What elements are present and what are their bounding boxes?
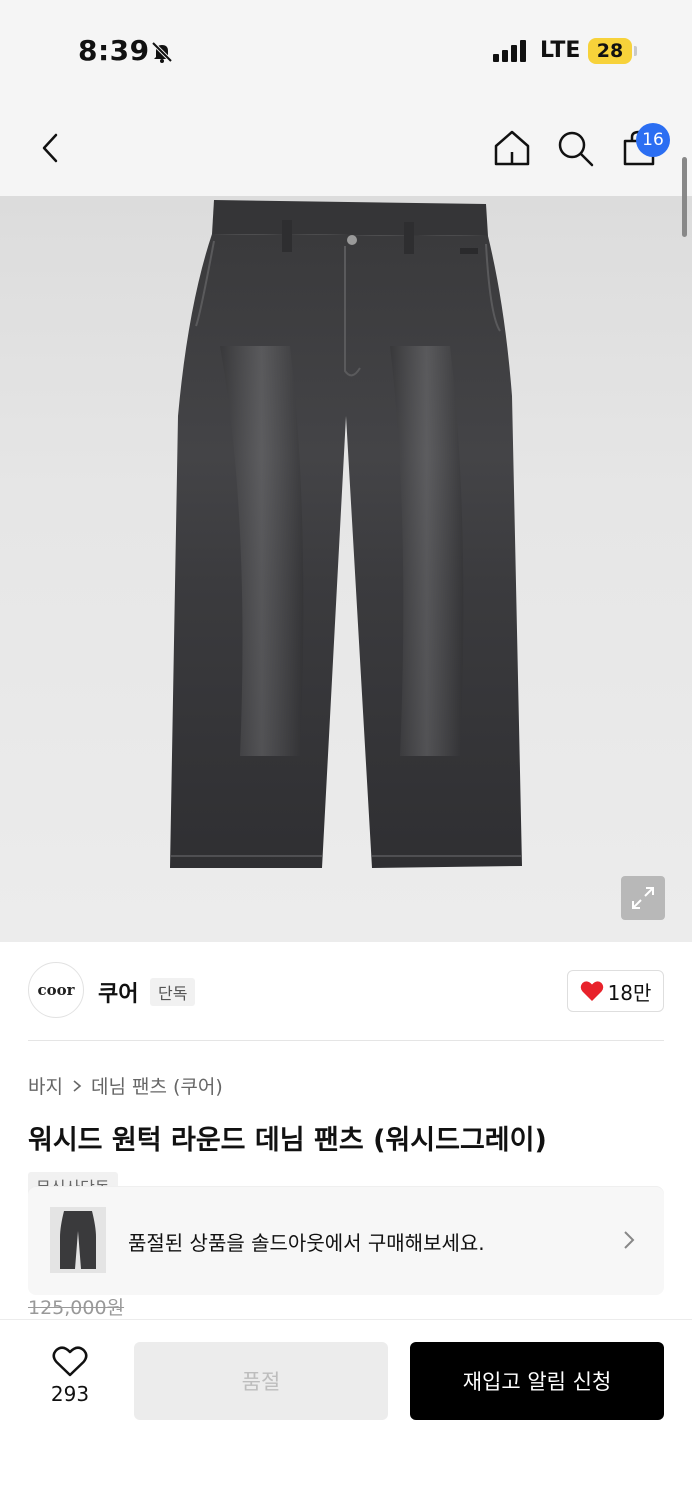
jeans-thumbnail — [60, 1211, 96, 1269]
back-button[interactable] — [28, 126, 72, 170]
jeans-image — [170, 200, 522, 868]
chevron-right-icon — [73, 1079, 82, 1092]
brand-row: coor 쿠어 단독 18만 — [28, 962, 664, 1020]
top-nav — [0, 100, 692, 196]
product-title: 워시드 원턱 라운드 데님 팬츠 (워시드그레이) — [28, 1125, 547, 1156]
network-label: LTE — [540, 38, 581, 63]
breadcrumb-item[interactable]: 데님 팬츠 (쿠어) — [91, 1072, 223, 1099]
bottom-action-bar: 293 품절 재입고 알림 신청 — [0, 1319, 692, 1500]
brand-like-count: 18만 — [607, 980, 652, 1005]
status-time: 8:39 — [78, 34, 150, 67]
original-price: 125,000원 — [28, 1297, 125, 1319]
battery-tip — [634, 46, 637, 56]
brand-logo[interactable]: coor — [28, 962, 84, 1018]
status-bar: 8:39 LTE 28 — [0, 0, 692, 100]
cart-count-badge: 16 — [636, 123, 670, 157]
chevron-left-icon — [42, 133, 58, 163]
home-button[interactable] — [490, 126, 534, 170]
wishlist-count: 293 — [50, 1382, 90, 1406]
expand-icon — [632, 887, 654, 909]
wishlist-button[interactable]: 293 — [30, 1346, 110, 1426]
signal-icon — [493, 40, 526, 62]
search-button[interactable] — [553, 126, 597, 170]
battery-indicator: 28 — [588, 38, 632, 64]
soldout-banner[interactable]: 품절된 상품을 솔드아웃에서 구매해보세요. — [28, 1187, 664, 1295]
search-icon — [558, 131, 594, 167]
bell-off-icon — [151, 41, 173, 63]
expand-image-button[interactable] — [621, 876, 665, 920]
product-image[interactable] — [0, 196, 692, 942]
brand-like-button[interactable]: 18만 — [567, 970, 664, 1012]
breadcrumb-item[interactable]: 바지 — [28, 1072, 63, 1099]
exclusive-badge: 단독 — [150, 978, 196, 1006]
banner-thumbnail — [50, 1207, 106, 1273]
chevron-right-icon — [624, 1231, 635, 1249]
breadcrumb: 바지 데님 팬츠 (쿠어) — [28, 1072, 223, 1099]
heart-filled-icon — [580, 981, 603, 1001]
banner-text: 품절된 상품을 솔드아웃에서 구매해보세요. — [128, 1231, 485, 1255]
soldout-button[interactable]: 품절 — [134, 1342, 388, 1420]
restock-alert-button[interactable]: 재입고 알림 신청 — [410, 1342, 664, 1420]
divider — [28, 1040, 664, 1041]
heart-outline-icon — [52, 1346, 88, 1377]
brand-name[interactable]: 쿠어 — [98, 976, 138, 1008]
home-icon — [494, 130, 530, 166]
scrollbar[interactable] — [682, 157, 687, 237]
